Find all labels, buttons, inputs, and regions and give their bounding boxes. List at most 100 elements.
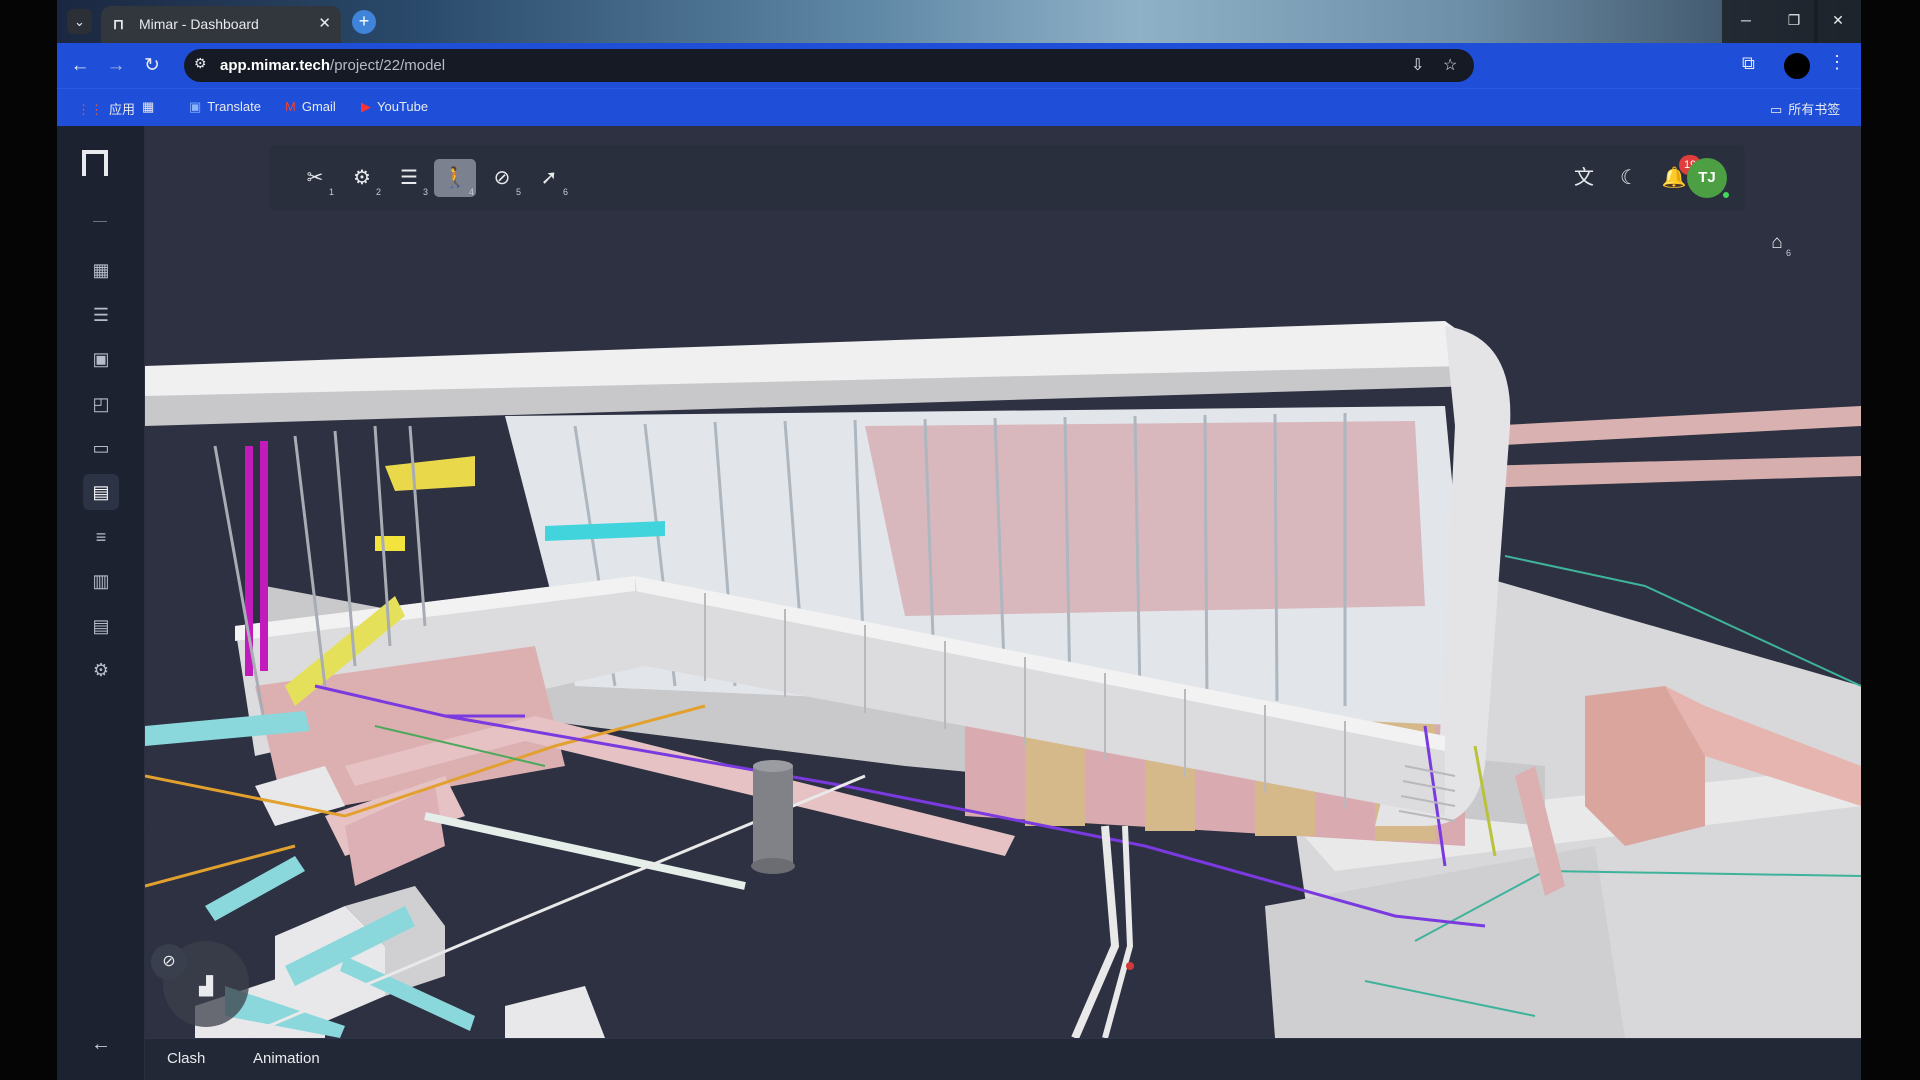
- sidebar-item-tasks[interactable]: ☰: [83, 297, 119, 333]
- settings-gear-icon: ⚙: [353, 167, 371, 189]
- bookmarks-bar: ⋮⋮ 应用 ▦ ▣ Translate M Gmail ▶ YouTube ▭ 所有书签: [57, 88, 1861, 126]
- bookmark-translate[interactable]: ▣ Translate: [189, 99, 261, 115]
- grid-icon: ▦: [142, 99, 155, 114]
- tab-bar: ⌄ ⊓ Mimar - Dashboard ✕ + ─ ❐ ✕: [57, 0, 1861, 43]
- bookmark-apps[interactable]: ⋮⋮ 应用: [77, 99, 135, 118]
- bottom-panel-tabs: Clash Animation: [145, 1038, 1861, 1080]
- mimar-logo-icon: ⊓: [113, 16, 124, 32]
- reload-icon[interactable]: ↻: [138, 52, 166, 80]
- app-sidebar: ▦ ☰ ▣ ◰ ▭ ▤ ≡ ▥ ▤ ⚙ ←: [57, 126, 145, 1080]
- section-tool-button[interactable]: ✂ 1: [294, 159, 336, 197]
- walk-tool-button[interactable]: 🚶 4: [434, 159, 476, 197]
- desktop-left-edge: [0, 0, 57, 1080]
- shortcut-label: 6: [1785, 248, 1791, 258]
- checklist-icon: ☰: [92, 305, 110, 325]
- sidebar-item-model[interactable]: ▤: [83, 474, 119, 510]
- bookmark-star-icon[interactable]: ☆: [1443, 55, 1457, 75]
- collapse-sidebar-button[interactable]: ←: [83, 1026, 119, 1062]
- profile-avatar[interactable]: [1782, 51, 1812, 81]
- sidebar-item-list[interactable]: ≡: [83, 519, 119, 555]
- eye-off-icon: ⊘: [162, 953, 176, 970]
- tab-close-icon[interactable]: ✕: [318, 14, 331, 32]
- moon-icon: ☾: [1620, 167, 1638, 189]
- browser-window: ⌄ ⊓ Mimar - Dashboard ✕ + ─ ❐ ✕ ← → ↻ ⚙ …: [57, 0, 1861, 1080]
- tab-clash[interactable]: Clash: [167, 1050, 205, 1067]
- settings-tool-button[interactable]: ⚙ 2: [341, 159, 383, 197]
- sidebar-item-settings[interactable]: ⚙: [83, 652, 119, 688]
- folder-icon: ▭: [92, 438, 110, 458]
- gear-icon: ⚙: [92, 660, 110, 680]
- presentation-icon: ◰: [92, 394, 110, 414]
- shortcut-label: 2: [375, 187, 381, 197]
- youtube-icon: ▶: [361, 99, 371, 114]
- translate-icon: 文: [1574, 167, 1594, 189]
- bookmark-youtube[interactable]: ▶ YouTube: [361, 99, 428, 115]
- forward-arrow-icon[interactable]: →: [102, 52, 130, 80]
- model-viewport[interactable]: ✂1 ⚙2 ☰3 🚶4 ⊘5 ➚6 文 ☾ 🔔19 TJ ⌂6 ⊘ ▟: [145, 126, 1861, 1038]
- arrow-left-icon: ←: [91, 1033, 111, 1055]
- all-bookmarks[interactable]: ▭ 所有书签: [1770, 99, 1840, 118]
- screen: ⌄ ⊓ Mimar - Dashboard ✕ + ─ ❐ ✕ ← → ↻ ⚙ …: [0, 0, 1920, 1080]
- sidebar-divider: [93, 221, 107, 222]
- back-arrow-icon[interactable]: ←: [66, 52, 94, 80]
- folder-icon: ▭: [1770, 102, 1783, 117]
- browser-toolbar: ← → ↻ ⚙ app.mimar.tech/project/22/model …: [57, 43, 1861, 88]
- extensions-icon[interactable]: ⧉: [1742, 53, 1755, 74]
- home-icon: ⌂: [1771, 232, 1783, 253]
- sidebar-item-presentation[interactable]: ◰: [83, 386, 119, 422]
- tab-animation[interactable]: Animation: [253, 1050, 320, 1067]
- mimar-logo[interactable]: [82, 150, 108, 176]
- chart-icon: ▟: [199, 976, 213, 996]
- sidebar-item-dashboard[interactable]: ▦: [83, 252, 119, 288]
- tab-title: Mimar - Dashboard: [139, 16, 259, 32]
- list-icon: ≡: [95, 527, 107, 547]
- restore-button[interactable]: ❐: [1770, 0, 1818, 43]
- site-info-icon[interactable]: ⚙: [194, 55, 207, 72]
- online-status-dot: [1721, 190, 1731, 200]
- home-view-button[interactable]: ⌂ 6: [1762, 228, 1792, 258]
- desktop-right-edge: [1861, 0, 1920, 1080]
- close-window-button[interactable]: ✕: [1814, 0, 1861, 43]
- shortcut-label: 1: [328, 187, 334, 197]
- board-icon: ▥: [92, 571, 110, 591]
- walk-icon: 🚶: [442, 167, 468, 189]
- new-tab-button[interactable]: +: [352, 10, 376, 34]
- orbit-icon: ⊘: [493, 167, 511, 189]
- shortcut-label: 3: [422, 187, 428, 197]
- address-bar[interactable]: ⚙ app.mimar.tech/project/22/model ⇩ ☆: [184, 49, 1474, 82]
- bookmark-gmail[interactable]: M Gmail: [285, 99, 336, 114]
- viewer-toolbar: ✂1 ⚙2 ☰3 🚶4 ⊘5 ➚6 文 ☾ 🔔19: [269, 145, 1745, 211]
- grid-icon: ▦: [92, 260, 110, 280]
- bim-model-render[interactable]: [145, 126, 1861, 1038]
- shortcut-label: 5: [515, 187, 521, 197]
- browser-menu-icon[interactable]: ⋮: [1828, 52, 1846, 73]
- cursor-icon: ➚: [540, 167, 558, 189]
- model-file-icon: ▤: [92, 482, 110, 502]
- gmail-icon: M: [285, 99, 296, 114]
- select-tool-button[interactable]: ➚ 6: [528, 159, 570, 197]
- tab-search-button[interactable]: ⌄: [67, 9, 92, 34]
- install-app-icon[interactable]: ⇩: [1411, 55, 1424, 75]
- levels-tool-button[interactable]: ☰ 3: [388, 159, 430, 197]
- browser-tab[interactable]: ⊓ Mimar - Dashboard ✕: [101, 6, 341, 43]
- orbit-tool-button[interactable]: ⊘ 5: [481, 159, 523, 197]
- bookmark-grid[interactable]: ▦: [142, 99, 160, 115]
- apps-grid-icon: ⋮⋮: [77, 102, 103, 117]
- url-text[interactable]: app.mimar.tech/project/22/model: [220, 57, 445, 74]
- sidebar-item-folder[interactable]: ▭: [83, 430, 119, 466]
- sidebar-item-document[interactable]: ▤: [83, 608, 119, 644]
- translate-icon: ▣: [189, 99, 202, 114]
- document-icon: ▤: [92, 616, 110, 636]
- stats-button[interactable]: ▟: [190, 970, 222, 1002]
- scissors-icon: ✂: [306, 167, 324, 189]
- language-button[interactable]: 文: [1565, 159, 1603, 197]
- sidebar-item-kanban[interactable]: ▥: [83, 563, 119, 599]
- sidebar-item-calendar[interactable]: ▣: [83, 341, 119, 377]
- app-container: ▦ ☰ ▣ ◰ ▭ ▤ ≡ ▥ ▤ ⚙ ← ✂ 1 ⚙ 2 ☰ 3 🚶 4 ⊘ …: [57, 126, 1861, 1080]
- layers-icon: ☰: [400, 167, 418, 189]
- minimize-button[interactable]: ─: [1722, 0, 1770, 43]
- hide-toggle-button[interactable]: ⊘: [151, 944, 187, 980]
- dark-mode-button[interactable]: ☾: [1610, 159, 1648, 197]
- shortcut-label: 4: [468, 187, 474, 197]
- shortcut-label: 6: [562, 187, 568, 197]
